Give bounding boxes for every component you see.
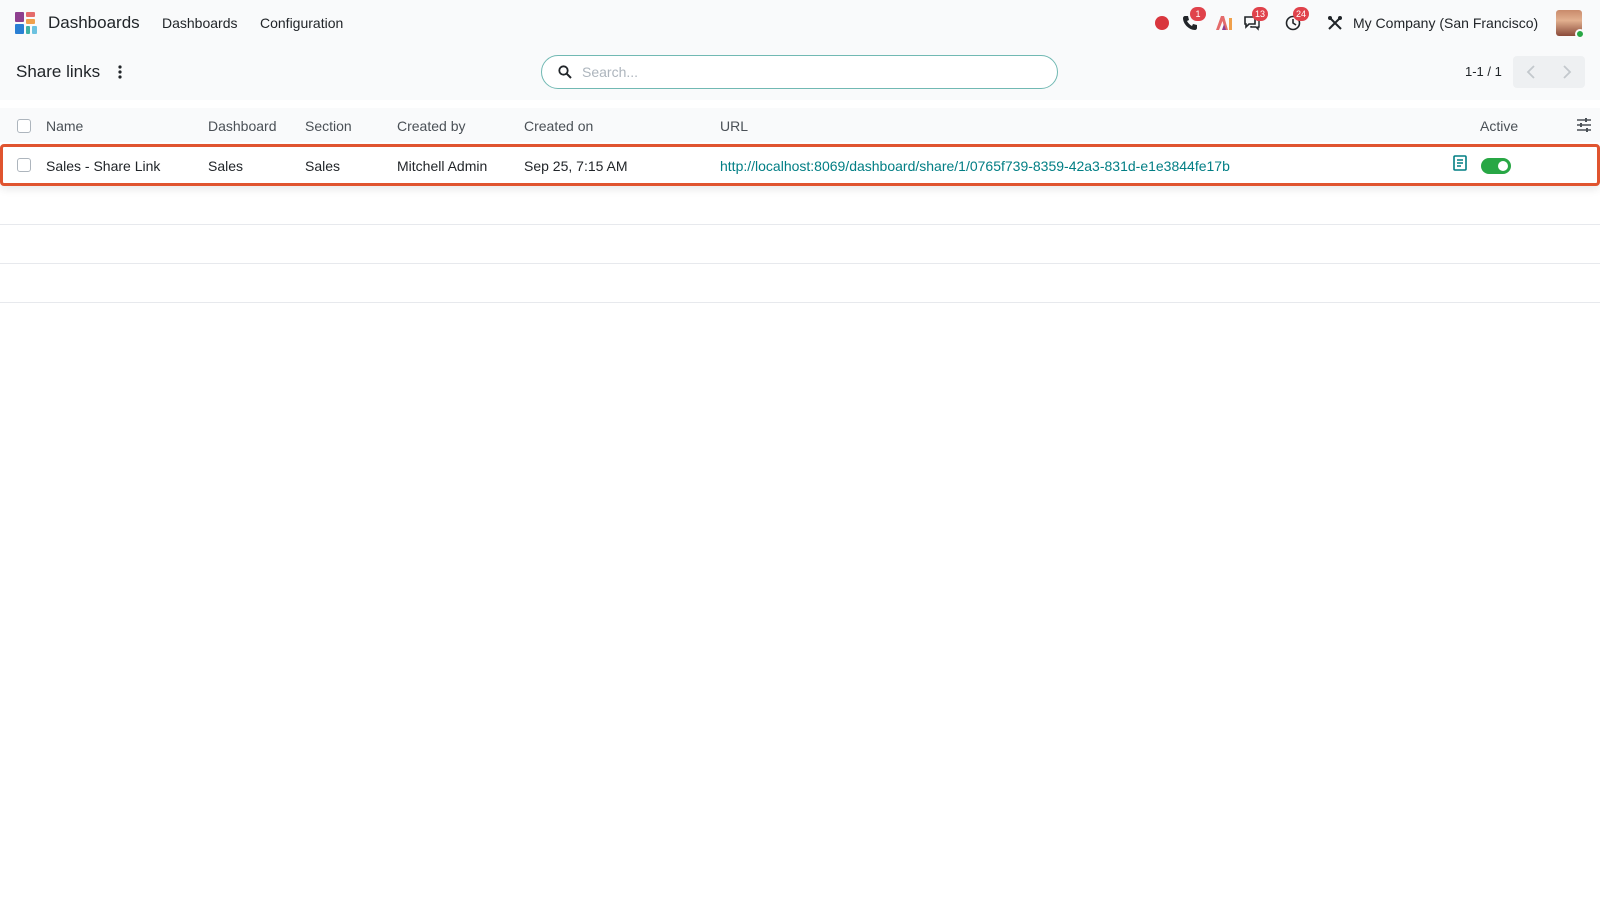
column-header-section[interactable]: Section — [305, 118, 352, 134]
table-row[interactable]: Sales - Share Link Sales Sales Mitchell … — [0, 144, 1600, 186]
empty-row-divider — [0, 263, 1600, 264]
select-all-checkbox[interactable] — [17, 119, 31, 133]
pager-buttons — [1513, 56, 1585, 88]
toggle-knob — [1498, 161, 1508, 171]
phone-icon[interactable]: 1 — [1180, 7, 1206, 33]
copy-url-icon[interactable] — [1453, 155, 1469, 173]
pager-value[interactable]: 1-1 / 1 — [1465, 64, 1502, 79]
messages-badge: 13 — [1252, 7, 1269, 21]
column-header-created-on[interactable]: Created on — [524, 118, 593, 134]
page-title: Share links — [16, 62, 101, 81]
company-switcher[interactable]: My Company (San Francisco) — [1353, 15, 1538, 31]
column-header-name[interactable]: Name — [46, 118, 83, 134]
pager-previous-button[interactable] — [1513, 56, 1549, 88]
column-header-active[interactable]: Active — [1480, 118, 1518, 134]
top-navbar: Dashboards Dashboards Configuration 1 13… — [0, 0, 1600, 46]
phone-badge: 1 — [1190, 7, 1206, 21]
optional-columns-icon[interactable] — [1576, 117, 1592, 133]
menu-configuration[interactable]: Configuration — [260, 15, 343, 31]
cell-section: Sales — [305, 158, 341, 174]
search-bar[interactable] — [541, 55, 1058, 89]
online-status-indicator — [1575, 29, 1585, 39]
user-avatar[interactable] — [1556, 10, 1585, 39]
pager-next-button[interactable] — [1549, 56, 1585, 88]
cell-url-link[interactable]: http://localhost:8069/dashboard/share/1/… — [720, 158, 1230, 174]
ai-icon[interactable] — [1214, 13, 1234, 33]
dashboards-app-icon[interactable] — [15, 12, 39, 36]
actions-menu-button[interactable] — [112, 62, 128, 82]
active-toggle[interactable] — [1481, 158, 1511, 174]
cell-created-by: Mitchell Admin — [397, 158, 488, 174]
column-header-url[interactable]: URL — [720, 118, 748, 134]
search-icon — [558, 65, 572, 79]
list-header: Name Dashboard Section Created by Create… — [0, 108, 1600, 142]
empty-row-divider — [0, 224, 1600, 225]
column-header-dashboard[interactable]: Dashboard — [208, 118, 277, 134]
clock-icon[interactable]: 24 — [1283, 7, 1310, 33]
record-icon[interactable] — [1152, 13, 1172, 33]
row-checkbox[interactable] — [17, 158, 31, 172]
empty-row-divider — [0, 302, 1600, 303]
cell-name: Sales - Share Link — [46, 158, 161, 174]
app-name[interactable]: Dashboards — [48, 13, 140, 33]
cell-dashboard: Sales — [208, 158, 244, 174]
search-input[interactable] — [582, 62, 1042, 82]
tools-icon[interactable] — [1325, 13, 1345, 33]
column-header-created-by[interactable]: Created by — [397, 118, 465, 134]
control-panel: Share links 1-1 / 1 — [0, 46, 1600, 100]
messages-icon[interactable]: 13 — [1242, 7, 1269, 33]
cell-created-on: Sep 25, 7:15 AM — [524, 158, 628, 174]
menu-dashboards[interactable]: Dashboards — [162, 15, 238, 31]
activities-badge: 24 — [1293, 7, 1310, 21]
